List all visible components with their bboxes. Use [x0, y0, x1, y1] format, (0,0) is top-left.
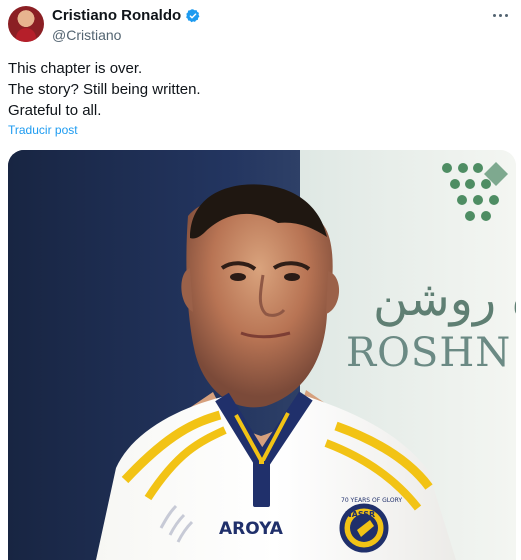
more-dot: [498, 13, 502, 17]
post-image[interactable]: ة روشن ROSHN C AROYA 70 YEARS OF GLORY N…: [8, 150, 516, 560]
badge-arc-text: 70 YEARS OF GLORY: [341, 497, 402, 504]
author-name[interactable]: Cristiano Ronaldo: [52, 7, 181, 24]
shirt-placket: [253, 461, 270, 507]
post-line: Grateful to all.: [8, 102, 102, 119]
player-photo: ة روشن ROSHN C AROYA 70 YEARS OF GLORY N…: [8, 150, 516, 560]
avatar[interactable]: [8, 6, 44, 42]
author-handle[interactable]: @Cristiano: [52, 27, 121, 43]
post-line: This chapter is over.: [8, 60, 143, 77]
author-row: Cristiano Ronaldo: [52, 7, 201, 24]
banner-latin-text: ROSHN C: [346, 330, 516, 376]
badge-text: NASSR: [345, 510, 375, 519]
post-text: This chapter is over. The story? Still b…: [8, 58, 201, 121]
shirt-sponsor-text: AROYA: [219, 519, 284, 539]
translate-post-link[interactable]: Traducir post: [8, 123, 78, 137]
post-line: The story? Still being written.: [8, 81, 201, 98]
more-icon[interactable]: [489, 9, 511, 21]
more-dot: [492, 13, 496, 17]
verified-badge-icon: [186, 8, 200, 22]
more-dot: [504, 13, 508, 17]
banner-arabic-text: ة روشن: [373, 271, 516, 327]
